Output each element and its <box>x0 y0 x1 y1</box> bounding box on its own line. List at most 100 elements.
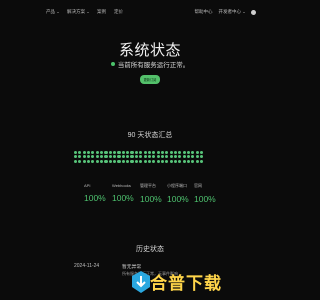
uptime-day-dot[interactable] <box>156 151 160 155</box>
uptime-day-dot[interactable] <box>100 159 104 163</box>
uptime-day-dot[interactable] <box>169 155 173 159</box>
nav-item-solutions[interactable]: 解决方案 <box>67 9 89 15</box>
uptime-day-dot[interactable] <box>113 159 117 163</box>
uptime-day-dot[interactable] <box>82 159 86 163</box>
uptime-day-dot[interactable] <box>195 151 199 155</box>
uptime-day-dot[interactable] <box>169 159 173 163</box>
uptime-day-dot[interactable] <box>117 155 121 159</box>
uptime-day-dot[interactable] <box>160 151 164 155</box>
uptime-day-dot[interactable] <box>147 159 151 163</box>
uptime-day-dot[interactable] <box>74 155 78 159</box>
uptime-day-dot[interactable] <box>191 151 195 155</box>
uptime-day-dot[interactable] <box>143 151 147 155</box>
uptime-day-dot[interactable] <box>178 159 182 163</box>
uptime-day-dot[interactable] <box>173 159 177 163</box>
uptime-day-dot[interactable] <box>156 159 160 163</box>
uptime-day-dot[interactable] <box>186 151 191 155</box>
uptime-day-dot[interactable] <box>130 151 134 155</box>
uptime-day-dot[interactable] <box>126 155 130 159</box>
uptime-day-dot[interactable] <box>199 155 204 159</box>
uptime-day-dot[interactable] <box>182 151 186 155</box>
uptime-day-dot[interactable] <box>126 151 130 155</box>
uptime-day-dot[interactable] <box>130 159 134 163</box>
uptime-day-dot[interactable] <box>87 159 91 163</box>
uptime-day-dot[interactable] <box>152 159 156 163</box>
uptime-day-dot[interactable] <box>165 159 169 163</box>
uptime-day-dot[interactable] <box>78 155 82 159</box>
uptime-day-dot[interactable] <box>139 151 143 155</box>
uptime-day-dot[interactable] <box>95 155 99 159</box>
uptime-day-dot[interactable] <box>160 155 164 159</box>
uptime-day-dot[interactable] <box>130 155 134 159</box>
uptime-day-dot[interactable] <box>199 159 204 163</box>
uptime-day-dot[interactable] <box>117 151 121 155</box>
uptime-day-dot[interactable] <box>182 155 186 159</box>
uptime-day-dot[interactable] <box>95 151 99 155</box>
nav-item-cases[interactable]: 案例 <box>97 9 106 15</box>
uptime-day-dot[interactable] <box>74 151 78 155</box>
uptime-day-dot[interactable] <box>91 155 95 159</box>
uptime-day-dot[interactable] <box>139 155 143 159</box>
uptime-day-dot[interactable] <box>134 155 138 159</box>
uptime-day-dot[interactable] <box>108 159 112 163</box>
uptime-day-dot[interactable] <box>195 159 199 163</box>
nav-item-help[interactable]: 帮助中心 <box>195 9 213 15</box>
uptime-day-dot[interactable] <box>87 155 91 159</box>
uptime-day-dot[interactable] <box>152 155 156 159</box>
uptime-day-dot[interactable] <box>117 159 121 163</box>
uptime-day-dot[interactable] <box>108 155 112 159</box>
uptime-day-dot[interactable] <box>78 159 82 163</box>
uptime-day-dot[interactable] <box>104 159 108 163</box>
uptime-day-dot[interactable] <box>91 159 95 163</box>
uptime-day-dot[interactable] <box>173 155 177 159</box>
uptime-day-dot[interactable] <box>121 151 125 155</box>
uptime-day-dot[interactable] <box>104 151 108 155</box>
uptime-day-dot[interactable] <box>143 155 147 159</box>
uptime-day-dot[interactable] <box>191 159 195 163</box>
nav-item-developer[interactable]: 开发者中心 <box>219 9 245 15</box>
uptime-day-dot[interactable] <box>139 159 143 163</box>
uptime-day-dot[interactable] <box>82 155 86 159</box>
uptime-day-dot[interactable] <box>100 155 104 159</box>
user-avatar-icon[interactable] <box>251 9 256 15</box>
uptime-day-dot[interactable] <box>195 155 199 159</box>
uptime-day-dot[interactable] <box>126 159 130 163</box>
uptime-day-dot[interactable] <box>182 159 186 163</box>
uptime-day-dot[interactable] <box>82 151 86 155</box>
uptime-day-dot[interactable] <box>156 155 160 159</box>
uptime-day-dot[interactable] <box>178 155 182 159</box>
uptime-day-dot[interactable] <box>91 151 95 155</box>
uptime-day-dot[interactable] <box>113 155 117 159</box>
uptime-day-dot[interactable] <box>74 159 78 163</box>
uptime-day-dot[interactable] <box>152 151 156 155</box>
uptime-day-dot[interactable] <box>186 159 191 163</box>
uptime-day-dot[interactable] <box>113 151 117 155</box>
uptime-day-dot[interactable] <box>134 159 138 163</box>
nav-item-products[interactable]: 产品 <box>46 9 59 15</box>
uptime-day-dot[interactable] <box>191 155 195 159</box>
uptime-day-dot[interactable] <box>160 159 164 163</box>
uptime-day-dot[interactable] <box>78 151 82 155</box>
nav-item-pricing[interactable]: 定价 <box>114 9 123 15</box>
uptime-day-dot[interactable] <box>199 151 204 155</box>
uptime-day-dot[interactable] <box>178 151 182 155</box>
uptime-day-dot[interactable] <box>87 151 91 155</box>
uptime-day-dot[interactable] <box>173 151 177 155</box>
chevron-down-icon <box>87 11 89 13</box>
uptime-day-dot[interactable] <box>134 151 138 155</box>
uptime-day-dot[interactable] <box>186 155 191 159</box>
uptime-day-dot[interactable] <box>165 151 169 155</box>
uptime-day-dot[interactable] <box>95 159 99 163</box>
uptime-day-dot[interactable] <box>121 159 125 163</box>
uptime-day-dot[interactable] <box>147 155 151 159</box>
uptime-day-dot[interactable] <box>108 151 112 155</box>
uptime-day-dot[interactable] <box>169 151 173 155</box>
service-name: 小程序端口 <box>167 183 187 188</box>
subscribe-button[interactable]: 更新订阅 <box>140 75 160 84</box>
uptime-day-dot[interactable] <box>165 155 169 159</box>
uptime-day-dot[interactable] <box>143 159 147 163</box>
uptime-day-dot[interactable] <box>100 151 104 155</box>
uptime-day-dot[interactable] <box>121 155 125 159</box>
uptime-day-dot[interactable] <box>147 151 151 155</box>
uptime-day-dot[interactable] <box>104 155 108 159</box>
